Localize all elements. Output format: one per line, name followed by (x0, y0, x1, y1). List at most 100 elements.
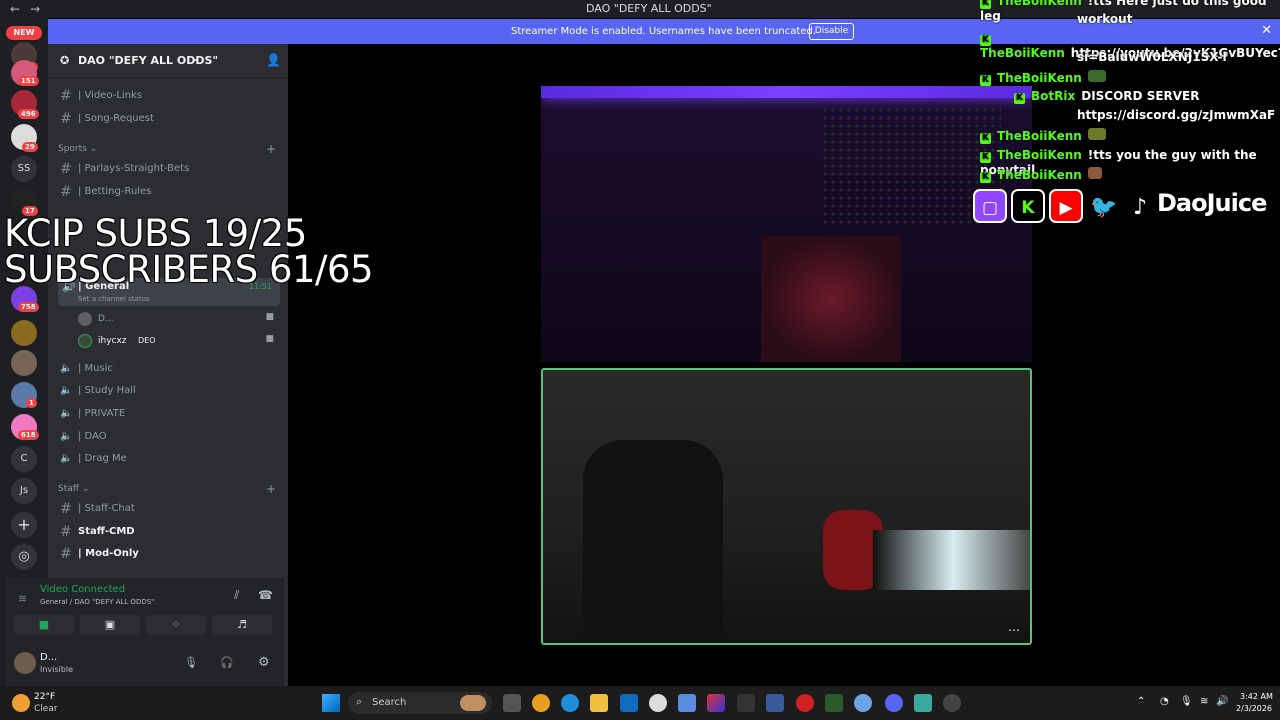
settings-icon[interactable] (649, 694, 667, 712)
camera-button[interactable]: ■ (14, 615, 74, 635)
voice-channel-dao[interactable]: 🔈 | DAO (58, 427, 280, 447)
speaker-icon: 🔈 (60, 408, 73, 419)
new-badge[interactable]: NEW (6, 26, 42, 40)
voice-user[interactable]: ihycxz DEO ■ (78, 334, 278, 352)
terminal-icon[interactable] (737, 694, 755, 712)
chrome-icon[interactable] (532, 694, 550, 712)
add-channel-icon[interactable]: + (266, 142, 276, 156)
kick-logo-icon: K (980, 35, 991, 46)
channel-staff-chat[interactable]: # | Staff-Chat (58, 499, 280, 519)
channel-song-request[interactable]: # | Song-Request (58, 109, 280, 129)
channel-status[interactable]: Set a channel status (78, 295, 150, 303)
disconnect-icon[interactable]: ☎ (258, 588, 273, 602)
person-silhouette (583, 440, 723, 643)
user-status: Invisible (40, 665, 73, 674)
channel-parlays[interactable]: # | Parlays-Straight-Bets (58, 159, 280, 179)
voice-channel-study-hall[interactable]: 🔈 | Study Hall (58, 381, 280, 401)
voice-channel-music[interactable]: 🔈 | Music (58, 359, 280, 379)
app-icon[interactable] (678, 694, 696, 712)
twitter-icon: 🐦 (1090, 195, 1118, 220)
network-icon[interactable]: ◔ (1160, 696, 1169, 707)
add-channel-icon[interactable]: + (266, 482, 276, 496)
discord-icon[interactable] (885, 694, 903, 712)
connection-location[interactable]: General / DAO "DEFY ALL ODDS" (40, 598, 154, 606)
weather-icon[interactable] (12, 694, 30, 712)
teams-icon[interactable] (766, 694, 784, 712)
text-channel-icon: # (60, 111, 72, 127)
video-tile-room[interactable] (541, 86, 1032, 362)
search-icon: ⌕ (356, 695, 363, 708)
activities-button[interactable]: ⁘ (146, 615, 206, 635)
speaker-icon: 🔈 (60, 385, 73, 396)
taskbar-search[interactable]: ⌕ Search (348, 692, 492, 714)
settings-gear-icon[interactable]: ⚙ (258, 655, 270, 670)
led-strip (541, 86, 1032, 98)
emote-icon (1087, 70, 1106, 82)
server-header[interactable]: ✪ DAO "DEFY ALL ODDS" ⌄ 👤 (48, 44, 288, 78)
text-channel-icon: # (60, 501, 72, 517)
channel-mod-only[interactable]: # | Mod-Only (58, 544, 280, 564)
app-icon[interactable] (854, 694, 872, 712)
more-options-icon[interactable]: ⋯ (1008, 623, 1020, 637)
avatar (78, 334, 92, 348)
server-icon-c[interactable]: C (11, 446, 37, 472)
channel-staff-cmd[interactable]: # Staff-CMD (58, 522, 280, 542)
outlook-icon[interactable] (620, 694, 638, 712)
voice-user[interactable]: D... ■ (78, 312, 278, 330)
volume-icon[interactable]: 🔊 (1216, 696, 1228, 707)
kick-icon: K (1011, 189, 1045, 223)
chat-message-cont: si=BaluwW0LXNJ1SX-l (1077, 50, 1227, 64)
screenshare-button[interactable]: ▣ (80, 615, 140, 635)
voice-channel-drag-me[interactable]: 🔈 | Drag Me (58, 449, 280, 469)
app-icon[interactable] (825, 694, 843, 712)
invite-people-icon[interactable]: 👤 (266, 53, 281, 67)
file-explorer-icon[interactable] (590, 694, 608, 712)
disable-streamer-mode-button[interactable]: Disable (809, 23, 854, 40)
windows-taskbar: 22°F Clear ⌕ Search ⌃ ◔ 🎙 ≋ 🔊 3:42 AM 2/… (0, 686, 1280, 720)
kick-logo-icon: K (980, 133, 991, 144)
video-tile-webcam[interactable]: ⋯ (541, 368, 1032, 645)
clock-time[interactable]: 3:42 AM (1240, 692, 1273, 701)
forward-arrow-icon[interactable]: → (30, 2, 40, 16)
kick-logo-icon: K (980, 172, 991, 183)
windows-start-icon[interactable] (322, 694, 340, 712)
channel-video-links[interactable]: # | Video-Links (58, 86, 280, 106)
signal-icon[interactable]: ≋ (18, 592, 27, 605)
task-view-icon[interactable] (503, 694, 521, 712)
back-arrow-icon[interactable]: ← (10, 2, 20, 16)
avatar[interactable] (14, 652, 36, 674)
streamer-mode-message: Streamer Mode is enabled. Usernames have… (511, 26, 816, 37)
chevron-up-icon[interactable]: ⌃ (1137, 696, 1145, 707)
mention-badge: 618 (18, 430, 39, 440)
kick-logo-icon: K (980, 152, 991, 163)
gaming-chair (761, 236, 901, 362)
edge-icon[interactable] (561, 694, 579, 712)
soundboard-button[interactable]: ♬ (212, 615, 272, 635)
server-icon[interactable] (11, 350, 37, 376)
channel-betting-rules[interactable]: # | Betting-Rules (58, 182, 280, 202)
mention-badge: 496 (18, 109, 39, 119)
text-channel-icon: # (60, 546, 72, 562)
chat-message: K BotRix DISCORD SERVER (1014, 89, 1200, 104)
opera-icon[interactable] (796, 694, 814, 712)
discover-icon[interactable]: ◎ (11, 544, 37, 570)
copilot-icon[interactable] (707, 694, 725, 712)
voice-channel-private[interactable]: 🔈 | PRIVATE (58, 404, 280, 424)
avatar (78, 312, 92, 326)
server-icon-js[interactable]: Js (11, 478, 37, 504)
server-badge-icon: ✪ (60, 54, 70, 67)
noise-suppression-icon[interactable]: ⫽ (234, 588, 239, 603)
emote-icon (1087, 167, 1102, 179)
app-icon[interactable] (914, 694, 932, 712)
category-staff[interactable]: Staff ⌄ (58, 484, 89, 494)
microphone-tray-icon[interactable]: 🎙 (1180, 696, 1193, 707)
wifi-icon[interactable]: ≋ (1200, 696, 1208, 707)
server-icon-ss[interactable]: SS (11, 156, 37, 182)
clock-date[interactable]: 2/3/2026 (1236, 704, 1272, 713)
app-icon[interactable] (943, 694, 961, 712)
microphone-icon[interactable]: 🎙 (184, 656, 198, 669)
headphones-icon[interactable]: 🎧 (220, 656, 234, 669)
add-server-icon[interactable]: + (11, 512, 37, 538)
category-sports[interactable]: Sports ⌄ (58, 144, 97, 154)
server-icon[interactable] (11, 320, 37, 346)
